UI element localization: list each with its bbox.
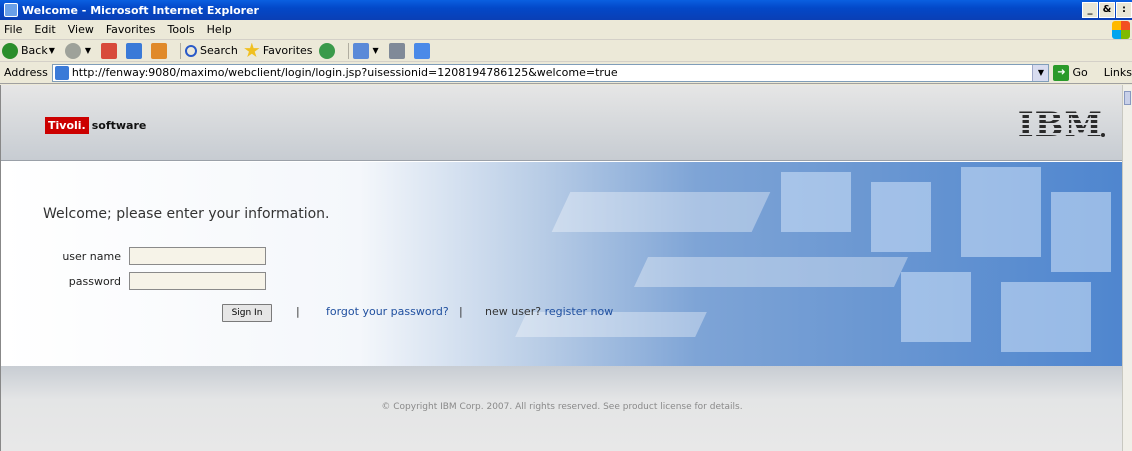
password-label: password xyxy=(68,274,121,288)
media-icon xyxy=(318,42,335,59)
chevron-down-icon[interactable]: ▼ xyxy=(373,46,379,55)
background-decoration xyxy=(781,172,851,232)
password-row: password xyxy=(1,272,266,290)
window-title-bar: Welcome - Microsoft Internet Explorer _ … xyxy=(0,0,1132,20)
home-button[interactable] xyxy=(151,42,170,59)
background-decoration xyxy=(961,167,1041,257)
page-footer: © Copyright IBM Corp. 2007. All rights r… xyxy=(1,366,1122,451)
mail-button[interactable]: ▼ xyxy=(352,42,383,59)
address-input[interactable]: http://fenway:9080/maximo/webclient/logi… xyxy=(51,63,1050,82)
ibm-logo: IBM xyxy=(1017,105,1103,145)
go-button[interactable]: ➜ Go xyxy=(1053,64,1088,81)
mail-icon xyxy=(352,42,369,59)
address-url[interactable]: http://fenway:9080/maximo/webclient/logi… xyxy=(72,66,1033,79)
ibm-registered-mark xyxy=(1101,133,1105,137)
maximize-button[interactable]: & xyxy=(1099,2,1115,18)
new-user-label: new user? xyxy=(485,305,542,318)
search-label: Search xyxy=(200,44,238,57)
chevron-down-icon[interactable]: ▼ xyxy=(85,46,91,55)
back-label: Back xyxy=(21,44,48,57)
printer-icon xyxy=(388,42,405,59)
favorites-label: Favorites xyxy=(262,44,313,57)
new-user-text: new user? register now xyxy=(485,305,613,318)
background-decoration xyxy=(901,272,971,342)
scroll-up-button[interactable] xyxy=(1124,91,1131,105)
search-icon xyxy=(185,44,198,57)
favorites-button[interactable]: Favorites xyxy=(244,42,313,59)
print-button[interactable] xyxy=(388,42,408,59)
welcome-heading: Welcome; please enter your information. xyxy=(43,206,330,222)
forward-arrow-icon xyxy=(64,42,81,59)
menu-favorites[interactable]: Favorites xyxy=(106,23,156,36)
toolbar: Back ▼ ▼ Search Favorites ▼ xyxy=(0,40,1132,62)
home-icon xyxy=(151,42,168,59)
go-label: Go xyxy=(1072,66,1088,79)
copyright-text: © Copyright IBM Corp. 2007. All rights r… xyxy=(381,402,743,412)
star-icon xyxy=(244,42,260,58)
stop-icon xyxy=(101,42,118,59)
menu-view[interactable]: View xyxy=(68,23,94,36)
search-button[interactable]: Search xyxy=(185,44,238,57)
window-controls: _ & : xyxy=(1082,2,1132,18)
edit-icon xyxy=(413,42,430,59)
tivoli-logo: Tivoli. software xyxy=(45,117,146,134)
username-row: user name xyxy=(1,247,266,265)
page-icon xyxy=(54,65,69,80)
media-button[interactable] xyxy=(318,42,338,59)
edit-button[interactable] xyxy=(413,42,433,59)
register-link[interactable]: register now xyxy=(545,305,614,318)
password-input[interactable] xyxy=(129,272,266,290)
web-page: Tivoli. software IBM Welcome; please ent… xyxy=(0,85,1122,451)
forward-button[interactable]: ▼ xyxy=(64,42,95,59)
toolbar-divider xyxy=(180,42,182,59)
menu-tools[interactable]: Tools xyxy=(168,23,195,36)
forgot-password-link[interactable]: forgot your password? xyxy=(326,305,449,318)
username-label: user name xyxy=(62,249,121,263)
link-separator: | xyxy=(296,305,300,318)
chevron-down-icon[interactable]: ▼ xyxy=(1032,64,1049,81)
vertical-scrollbar[interactable] xyxy=(1122,85,1132,451)
background-decoration xyxy=(551,192,771,232)
background-decoration xyxy=(1051,192,1111,272)
ie-icon xyxy=(4,3,18,17)
tivoli-suffix: software xyxy=(91,119,147,132)
login-panel: Welcome; please enter your information. … xyxy=(1,162,1122,366)
menu-bar: File Edit View Favorites Tools Help xyxy=(0,20,1132,40)
window-title: Welcome - Microsoft Internet Explorer xyxy=(22,3,259,17)
menu-help[interactable]: Help xyxy=(207,23,232,36)
refresh-icon xyxy=(126,42,143,59)
background-decoration xyxy=(634,257,908,287)
chevron-down-icon[interactable]: ▼ xyxy=(49,46,55,55)
back-arrow-icon xyxy=(2,42,18,59)
refresh-button[interactable] xyxy=(126,42,145,59)
windows-logo-icon xyxy=(1112,21,1130,39)
back-button[interactable]: Back ▼ xyxy=(2,42,59,59)
background-decoration xyxy=(1001,282,1091,352)
links-button[interactable]: Links xyxy=(1104,66,1132,79)
username-input[interactable] xyxy=(129,247,266,265)
minimize-button[interactable]: _ xyxy=(1082,2,1098,18)
close-button[interactable]: : xyxy=(1116,2,1132,18)
address-label: Address xyxy=(4,66,48,79)
menu-edit[interactable]: Edit xyxy=(34,23,55,36)
menu-file[interactable]: File xyxy=(4,23,22,36)
background-decoration xyxy=(871,182,931,252)
toolbar-divider xyxy=(347,42,349,59)
tivoli-brand: Tivoli. xyxy=(45,117,89,134)
link-separator: | xyxy=(459,305,463,318)
stop-button[interactable] xyxy=(101,42,120,59)
sign-in-button[interactable]: Sign In xyxy=(222,304,272,322)
go-arrow-icon: ➜ xyxy=(1053,64,1070,81)
page-header: Tivoli. software IBM xyxy=(1,85,1122,161)
address-bar: Address http://fenway:9080/maximo/webcli… xyxy=(0,62,1132,84)
